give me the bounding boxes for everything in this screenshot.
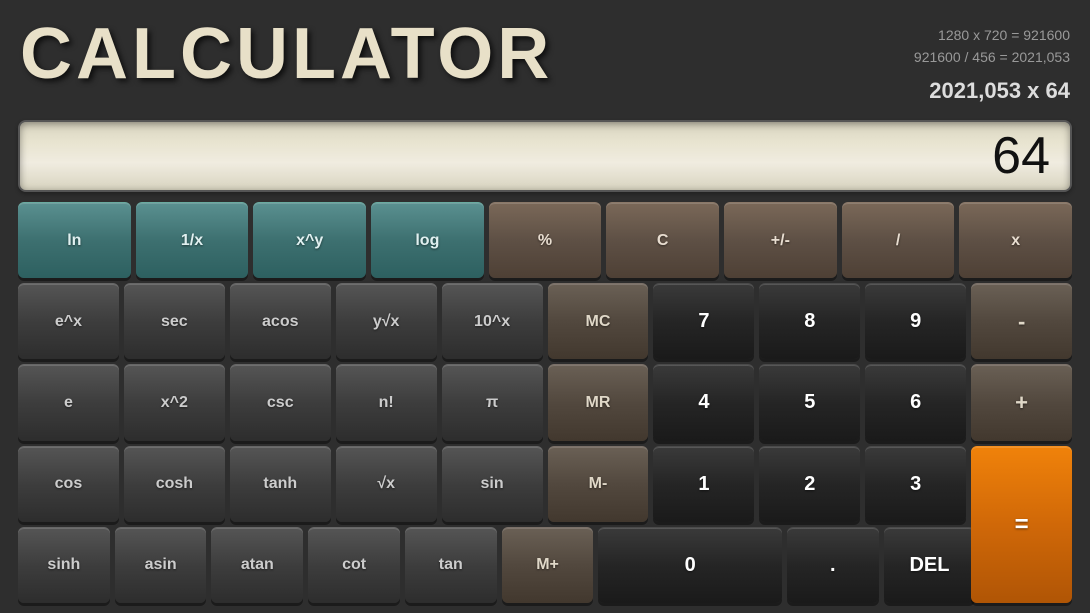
sin-button[interactable]: sin xyxy=(442,446,543,522)
del-button[interactable]: DEL xyxy=(884,527,976,603)
nine-button[interactable]: 9 xyxy=(865,283,966,359)
mr-button[interactable]: MR xyxy=(548,364,649,440)
ex-button[interactable]: e^x xyxy=(18,283,119,359)
percent-button[interactable]: % xyxy=(489,202,602,278)
tanh-button[interactable]: tanh xyxy=(230,446,331,522)
sqrt-button[interactable]: √x xyxy=(336,446,437,522)
four-button[interactable]: 4 xyxy=(653,364,754,440)
multiply-button[interactable]: x xyxy=(959,202,1072,278)
inverse-button[interactable]: 1/x xyxy=(136,202,249,278)
acos-button[interactable]: acos xyxy=(230,283,331,359)
mc-button[interactable]: MC xyxy=(548,283,649,359)
history-area: 1280 x 720 = 921600 921600 / 456 = 2021,… xyxy=(914,18,1070,108)
sinh-button[interactable]: sinh xyxy=(18,527,110,603)
xsquared-button[interactable]: x^2 xyxy=(124,364,225,440)
app-title: CALCULATOR xyxy=(20,18,553,90)
minus-button[interactable]: - xyxy=(971,283,1072,359)
clear-button[interactable]: C xyxy=(606,202,719,278)
yroot-button[interactable]: y√x xyxy=(336,283,437,359)
plus-button[interactable]: + xyxy=(971,364,1072,440)
eight-button[interactable]: 8 xyxy=(759,283,860,359)
tenpowx-button[interactable]: 10^x xyxy=(442,283,543,359)
button-row-3: e x^2 csc n! π MR 4 5 6 + xyxy=(18,364,1072,440)
cos-button[interactable]: cos xyxy=(18,446,119,522)
factorial-button[interactable]: n! xyxy=(336,364,437,440)
zero-button[interactable]: 0 xyxy=(598,527,781,603)
buttons-area: ln 1/x x^y log % C +/- / x e^x sec acos … xyxy=(0,202,1090,613)
sec-button[interactable]: sec xyxy=(124,283,225,359)
mminus-button[interactable]: M- xyxy=(548,446,649,522)
asin-button[interactable]: asin xyxy=(115,527,207,603)
e-button[interactable]: e xyxy=(18,364,119,440)
three-button[interactable]: 3 xyxy=(865,446,966,522)
tan-button[interactable]: tan xyxy=(405,527,497,603)
history-current: 2021,053 x 64 xyxy=(914,73,1070,108)
decimal-button[interactable]: . xyxy=(787,527,879,603)
ln-button[interactable]: ln xyxy=(18,202,131,278)
csc-button[interactable]: csc xyxy=(230,364,331,440)
mplus-button[interactable]: M+ xyxy=(502,527,594,603)
history-line1: 1280 x 720 = 921600 xyxy=(914,24,1070,46)
equals-button[interactable]: = xyxy=(971,446,1072,603)
two-button[interactable]: 2 xyxy=(759,446,860,522)
button-row-2: e^x sec acos y√x 10^x MC 7 8 9 - xyxy=(18,283,1072,359)
history-line2: 921600 / 456 = 2021,053 xyxy=(914,46,1070,68)
cot-button[interactable]: cot xyxy=(308,527,400,603)
six-button[interactable]: 6 xyxy=(865,364,966,440)
seven-button[interactable]: 7 xyxy=(653,283,754,359)
plusminus-button[interactable]: +/- xyxy=(724,202,837,278)
atan-button[interactable]: atan xyxy=(211,527,303,603)
button-row-1: ln 1/x x^y log % C +/- / x xyxy=(18,202,1072,278)
divide-button[interactable]: / xyxy=(842,202,955,278)
cosh-button[interactable]: cosh xyxy=(124,446,225,522)
display: 64 xyxy=(18,120,1072,192)
five-button[interactable]: 5 xyxy=(759,364,860,440)
log-button[interactable]: log xyxy=(371,202,484,278)
one-button[interactable]: 1 xyxy=(653,446,754,522)
xpowy-button[interactable]: x^y xyxy=(253,202,366,278)
pi-button[interactable]: π xyxy=(442,364,543,440)
display-value: 64 xyxy=(992,126,1050,186)
